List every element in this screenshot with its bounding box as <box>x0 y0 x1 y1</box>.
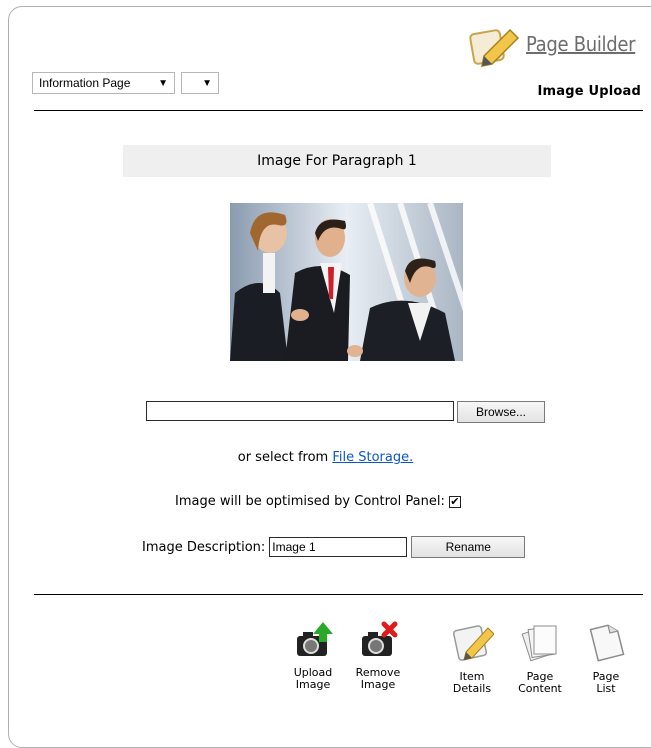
remove-image-label: Remove Image <box>355 666 401 691</box>
secondary-select[interactable]: ▼ <box>181 72 219 94</box>
page-list-button[interactable]: Page List <box>580 620 632 695</box>
divider-bottom <box>34 594 643 595</box>
header-selects: Information Page ▼ ▼ <box>32 72 219 94</box>
optimise-label: Image will be optimised by Control Panel… <box>175 494 445 509</box>
page-builder-link[interactable]: Page Builder <box>526 32 636 56</box>
chevron-down-icon: ▼ <box>158 77 168 89</box>
file-storage-link[interactable]: File Storage. <box>332 450 413 465</box>
document-icon <box>589 624 625 662</box>
item-details-label: Item Details <box>452 670 492 695</box>
page-content-label: Page Content <box>518 670 562 695</box>
description-row: Image Description: Rename <box>142 536 526 558</box>
file-storage-prefix: or select from <box>237 450 329 465</box>
remove-image-button[interactable]: Remove Image <box>350 620 406 691</box>
camera-upload-icon <box>297 622 333 656</box>
page-list-label: Page List <box>592 670 620 695</box>
image-title-bar: Image For Paragraph 1 <box>123 145 551 177</box>
upload-image-label: Upload Image <box>293 666 333 691</box>
camera-remove-icon <box>362 621 398 656</box>
image-title: Image For Paragraph 1 <box>257 153 417 169</box>
browse-button[interactable]: Browse... <box>457 401 545 423</box>
item-details-button[interactable]: Item Details <box>446 620 498 695</box>
description-input[interactable] <box>269 537 408 557</box>
divider-top <box>34 110 643 111</box>
chevron-down-icon: ▼ <box>202 77 212 89</box>
optimise-checkbox[interactable]: ✔ <box>448 495 461 508</box>
optimise-line: Image will be optimised by Control Panel… <box>175 494 461 509</box>
description-label: Image Description: <box>142 539 266 555</box>
page-builder-logo[interactable]: Page Builder <box>466 22 646 70</box>
check-mark-icon: ✔ <box>450 495 460 508</box>
page-content-button[interactable]: Page Content <box>512 620 568 695</box>
file-upload-row: Browse... <box>146 401 545 423</box>
document-stack-icon <box>521 625 557 662</box>
file-storage-line: or select from File Storage. <box>0 450 651 465</box>
image-preview <box>230 203 463 361</box>
file-path-input[interactable] <box>146 401 454 421</box>
rename-button[interactable]: Rename <box>411 536 526 558</box>
upload-image-button[interactable]: Upload Image <box>288 620 338 691</box>
page-type-select-value: Information Page <box>39 76 131 90</box>
page-heading: Image Upload <box>537 84 641 99</box>
pencil-document-icon <box>452 625 495 661</box>
pencil-pad-icon <box>469 28 520 67</box>
action-toolbar: Upload Image Remove Image Item Details P… <box>0 620 651 720</box>
page-type-select[interactable]: Information Page ▼ <box>32 72 175 94</box>
